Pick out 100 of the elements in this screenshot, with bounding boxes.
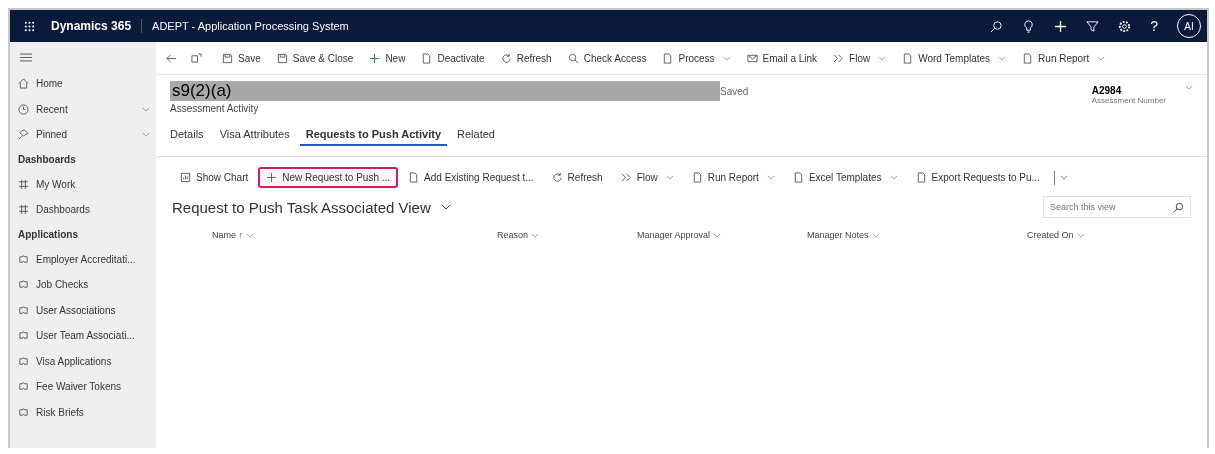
caret-icon	[871, 232, 880, 238]
nav-item[interactable]: Employer Accreditati...	[18, 246, 150, 272]
column-header[interactable]: Manager Notes	[807, 226, 1027, 244]
refresh-icon	[551, 172, 563, 183]
save-icon	[222, 52, 233, 64]
dashboard-icon	[18, 178, 29, 190]
help-button[interactable]: ?	[1150, 18, 1158, 34]
command-button[interactable]: Deactivate	[415, 49, 491, 67]
home-icon	[18, 78, 29, 90]
command-button[interactable]: Refresh	[494, 49, 558, 67]
nav-item[interactable]: Fee Waiver Tokens	[18, 374, 150, 400]
tab[interactable]: Related	[451, 124, 501, 146]
plus-icon[interactable]	[1054, 19, 1068, 33]
command-button[interactable]: New	[363, 49, 412, 67]
nav-item[interactable]: User Team Associati...	[18, 323, 150, 349]
save-status: Saved	[720, 85, 749, 97]
command-button[interactable]: Run Report	[1016, 49, 1112, 67]
document-icon	[421, 52, 433, 64]
document-icon	[1022, 52, 1034, 64]
mail-icon	[746, 52, 758, 64]
section-heading: Dashboards	[18, 153, 77, 167]
popout-icon[interactable]	[191, 52, 202, 64]
command-button[interactable]: Save & Close	[270, 49, 360, 67]
flow-icon	[620, 172, 632, 183]
puzzle-icon	[18, 304, 29, 316]
entity-name: Assessment Activity	[170, 103, 260, 114]
command-button[interactable]: Check Access	[561, 49, 653, 67]
clock-icon	[18, 103, 29, 115]
command-button[interactable]: Process	[656, 49, 737, 67]
command-button[interactable]: Export Requests to Pu...	[907, 167, 1048, 188]
column-header[interactable]: Reason	[497, 226, 637, 244]
column-header[interactable]: Manager Approval	[637, 226, 807, 244]
command-button[interactable]: Word Templates	[896, 49, 1013, 67]
caret-icon	[889, 175, 898, 180]
nav-item[interactable]: Home	[18, 71, 150, 97]
caret-icon	[142, 106, 150, 112]
document-icon	[691, 172, 703, 183]
tab[interactable]: Visa Attributes	[213, 124, 296, 146]
puzzle-icon	[18, 253, 29, 265]
caret-icon	[998, 55, 1007, 61]
nav-item[interactable]: My Work	[18, 171, 150, 197]
document-icon	[902, 52, 914, 64]
column-header[interactable]: Name ↑	[212, 226, 497, 244]
command-button[interactable]: Show Chart	[172, 167, 257, 188]
field-label: Assessment Number	[1091, 96, 1166, 105]
plus-icon	[266, 172, 278, 183]
caret-icon	[1185, 85, 1193, 90]
command-button[interactable]: Excel Templates	[784, 167, 906, 188]
command-button[interactable]: Save	[216, 49, 267, 67]
command-button[interactable]: New Request to Push ...	[258, 167, 399, 188]
menu-icon[interactable]	[20, 53, 32, 62]
search-icon[interactable]	[990, 19, 1004, 33]
nav-item[interactable]: Job Checks	[18, 272, 150, 298]
command-button[interactable]: Refresh	[543, 167, 611, 188]
nav-item[interactable]: Dashboards	[18, 197, 150, 223]
field-value: A2984	[1091, 85, 1123, 96]
command-button[interactable]: Email a Link	[740, 49, 824, 67]
column-header[interactable]: Created On	[1027, 226, 1191, 244]
caret-icon	[246, 232, 254, 238]
command-button[interactable]: Run Report	[683, 167, 783, 188]
puzzle-icon	[18, 406, 29, 418]
redaction-block: s9(2)(a)	[170, 81, 720, 101]
product-name[interactable]: Dynamics 365	[51, 19, 143, 33]
search-icon[interactable]	[1173, 201, 1184, 213]
document-icon	[792, 172, 804, 183]
command-button[interactable]: Flow	[827, 49, 893, 67]
chart-icon	[180, 172, 191, 183]
nav-item[interactable]: Visa Applications	[18, 348, 150, 374]
search-icon	[567, 52, 579, 64]
more-caret-icon[interactable]	[1059, 175, 1068, 180]
filter-icon[interactable]	[1086, 19, 1100, 33]
tab[interactable]: Details	[164, 124, 210, 146]
settings-icon[interactable]	[1118, 19, 1132, 33]
plus-icon	[369, 52, 381, 64]
nav-item[interactable]: Risk Briefs	[18, 399, 150, 425]
app-launcher-icon[interactable]	[24, 20, 35, 32]
nav-item[interactable]: Recent	[18, 96, 150, 122]
save-icon	[276, 52, 288, 64]
puzzle-icon	[18, 381, 29, 393]
dashboard-icon	[18, 204, 29, 216]
caret-icon	[878, 55, 887, 61]
caret-icon	[531, 232, 540, 238]
nav-item[interactable]: User Associations	[18, 297, 150, 323]
caret-icon	[1097, 55, 1106, 61]
caret-icon	[665, 175, 674, 180]
pin-icon	[18, 129, 29, 141]
command-button[interactable]: Add Existing Request t...	[400, 167, 542, 188]
document-icon	[408, 172, 420, 183]
back-arrow-icon[interactable]	[166, 52, 177, 64]
view-title[interactable]: Request to Push Task Associated View	[172, 198, 431, 216]
app-title: ADEPT - Application Processing System	[151, 20, 349, 32]
puzzle-icon	[18, 330, 29, 342]
search-field[interactable]: Search this view	[1043, 196, 1191, 218]
lightbulb-icon[interactable]	[1022, 19, 1036, 33]
chevron-down-icon[interactable]	[440, 204, 451, 210]
tab[interactable]: Requests to Push Activity	[299, 124, 448, 146]
caret-icon	[1076, 232, 1085, 238]
nav-item[interactable]: Pinned	[18, 122, 150, 148]
command-button[interactable]: Flow	[612, 167, 682, 188]
caret-icon	[766, 175, 775, 180]
